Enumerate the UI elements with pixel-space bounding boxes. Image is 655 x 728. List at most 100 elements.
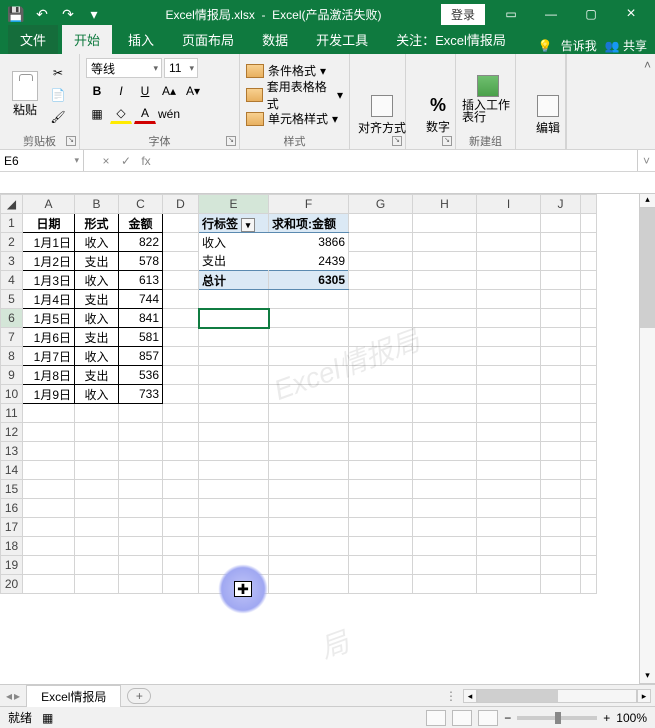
cell[interactable]: [163, 499, 199, 518]
cell[interactable]: [199, 537, 269, 556]
cell[interactable]: [269, 290, 349, 309]
font-name-select[interactable]: 等线: [86, 58, 162, 78]
cell[interactable]: [477, 252, 541, 271]
cell[interactable]: [581, 214, 597, 233]
cell[interactable]: [269, 575, 349, 594]
cell[interactable]: [23, 461, 75, 480]
sheet-tab[interactable]: Excel情报局: [26, 685, 121, 707]
cell[interactable]: [269, 404, 349, 423]
scroll-left-button[interactable]: ◂: [463, 689, 477, 703]
cell[interactable]: [269, 442, 349, 461]
cell[interactable]: [349, 404, 413, 423]
col-header-I[interactable]: I: [477, 195, 541, 214]
cell[interactable]: [349, 556, 413, 575]
cell[interactable]: [541, 537, 581, 556]
cell[interactable]: [349, 385, 413, 404]
number-launcher[interactable]: ↘: [442, 136, 452, 146]
cell[interactable]: [349, 366, 413, 385]
cell[interactable]: [581, 290, 597, 309]
cell[interactable]: 求和项:金额: [269, 214, 349, 233]
cut-icon[interactable]: ✂: [48, 63, 68, 83]
cell[interactable]: 1月3日: [23, 271, 75, 290]
row-header[interactable]: 17: [1, 518, 23, 537]
cell[interactable]: [23, 423, 75, 442]
cell[interactable]: 支出: [75, 290, 119, 309]
expand-formula-icon[interactable]: ˅: [637, 150, 655, 171]
cell[interactable]: [413, 556, 477, 575]
format-table-button[interactable]: 套用表格格式 ▾: [246, 84, 343, 106]
cell[interactable]: [163, 518, 199, 537]
cell[interactable]: [75, 537, 119, 556]
cell[interactable]: [581, 385, 597, 404]
col-header-E[interactable]: E: [199, 195, 269, 214]
cell[interactable]: [269, 556, 349, 575]
cell[interactable]: [581, 556, 597, 575]
cell[interactable]: [581, 328, 597, 347]
cell[interactable]: [199, 442, 269, 461]
row-header[interactable]: 8: [1, 347, 23, 366]
filter-icon[interactable]: ▾: [241, 218, 255, 232]
cell[interactable]: [269, 480, 349, 499]
scroll-down-button[interactable]: ▾: [640, 670, 655, 684]
cell[interactable]: 1月8日: [23, 366, 75, 385]
cell[interactable]: [477, 328, 541, 347]
cell[interactable]: [541, 518, 581, 537]
cell[interactable]: [23, 518, 75, 537]
collapse-ribbon-icon[interactable]: ˄: [644, 58, 651, 72]
cell[interactable]: [75, 518, 119, 537]
cell[interactable]: [581, 271, 597, 290]
cell[interactable]: 857: [119, 347, 163, 366]
cell[interactable]: [581, 575, 597, 594]
cell[interactable]: [477, 309, 541, 328]
cell[interactable]: [477, 385, 541, 404]
row-header[interactable]: 2: [1, 233, 23, 252]
cell[interactable]: [477, 442, 541, 461]
col-header-C[interactable]: C: [119, 195, 163, 214]
cell[interactable]: [269, 347, 349, 366]
cell[interactable]: 1月9日: [23, 385, 75, 404]
row-header[interactable]: 12: [1, 423, 23, 442]
cell[interactable]: [119, 423, 163, 442]
cell[interactable]: [199, 518, 269, 537]
cell[interactable]: 收入: [75, 233, 119, 252]
cell[interactable]: [477, 290, 541, 309]
cell[interactable]: [163, 366, 199, 385]
cell[interactable]: [413, 461, 477, 480]
cell[interactable]: [541, 404, 581, 423]
bold-button[interactable]: B: [86, 81, 108, 101]
cell[interactable]: [477, 271, 541, 290]
row-header[interactable]: 5: [1, 290, 23, 309]
cell[interactable]: [199, 347, 269, 366]
cell[interactable]: [199, 499, 269, 518]
tab-data[interactable]: 数据: [250, 25, 300, 54]
grow-font-button[interactable]: A▴: [158, 81, 180, 101]
row-header[interactable]: 3: [1, 252, 23, 271]
restore-button[interactable]: ▢: [571, 0, 611, 28]
cell[interactable]: [413, 404, 477, 423]
sheet-nav-first[interactable]: ◂: [6, 689, 12, 703]
cell[interactable]: [477, 518, 541, 537]
cell[interactable]: [541, 575, 581, 594]
border-button[interactable]: ▦: [86, 104, 108, 124]
cell[interactable]: [413, 290, 477, 309]
cell[interactable]: [119, 404, 163, 423]
cell[interactable]: [269, 518, 349, 537]
cell[interactable]: [413, 442, 477, 461]
ribbon-options-icon[interactable]: ▭: [491, 0, 531, 28]
col-header-J[interactable]: J: [541, 195, 581, 214]
cell[interactable]: [163, 385, 199, 404]
share-button[interactable]: 👥 共享: [605, 37, 647, 54]
select-all-button[interactable]: ◢: [1, 195, 23, 214]
cell[interactable]: 总计: [199, 271, 269, 290]
row-header[interactable]: 15: [1, 480, 23, 499]
cell[interactable]: 收入: [75, 347, 119, 366]
cell[interactable]: [541, 385, 581, 404]
cell[interactable]: [199, 423, 269, 442]
enter-formula-icon[interactable]: ✓: [116, 154, 136, 168]
align-launcher[interactable]: ↘: [392, 136, 402, 146]
cell[interactable]: [581, 404, 597, 423]
cell[interactable]: [581, 423, 597, 442]
tell-me-icon[interactable]: 💡: [538, 39, 553, 53]
login-button[interactable]: 登录: [441, 4, 485, 25]
cell[interactable]: [163, 271, 199, 290]
